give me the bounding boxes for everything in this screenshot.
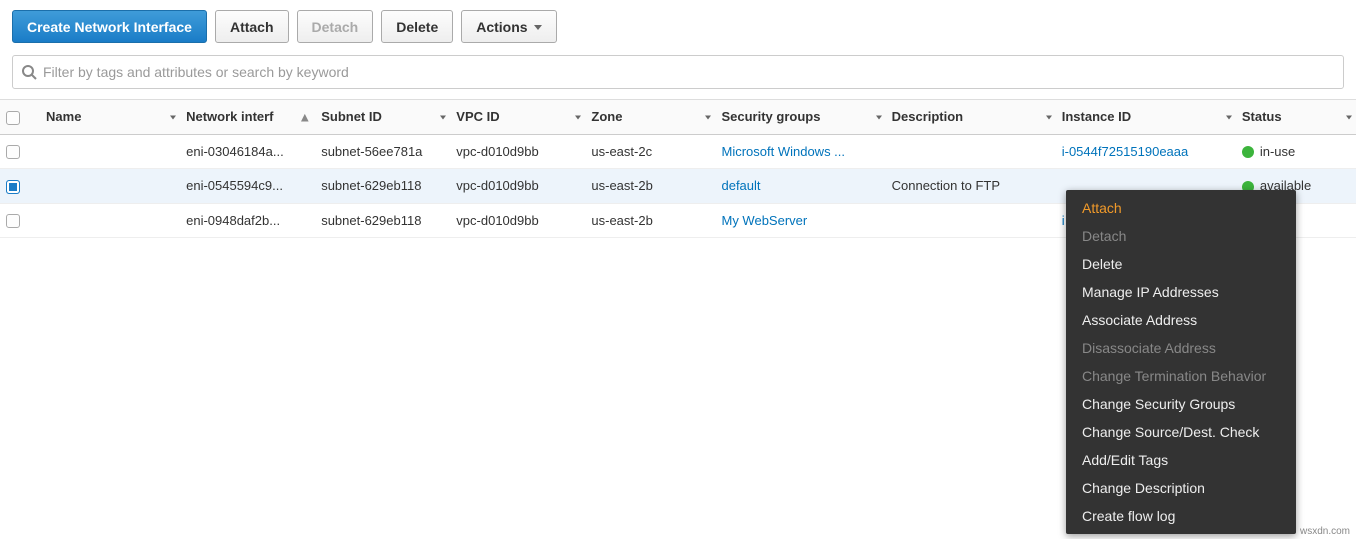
toolbar: Create Network Interface Attach Detach D…	[0, 0, 1356, 51]
cell-name	[40, 203, 180, 238]
cell-subnet-id: subnet-56ee781a	[315, 134, 450, 169]
attach-button[interactable]: Attach	[215, 10, 289, 43]
instance-id-link[interactable]: i-0544f72515190eaaa	[1062, 144, 1189, 159]
context-menu-item[interactable]: Delete	[1066, 250, 1296, 278]
sort-icon[interactable]	[1226, 109, 1232, 124]
search-icon	[21, 64, 37, 80]
security-group-link[interactable]: Microsoft Windows ...	[721, 144, 845, 159]
security-group-link[interactable]: My WebServer	[721, 213, 807, 228]
delete-button[interactable]: Delete	[381, 10, 453, 43]
cell-zone: us-east-2b	[585, 203, 715, 238]
cell-subnet-id: subnet-629eb118	[315, 169, 450, 204]
col-subnet-id[interactable]: Subnet ID	[315, 100, 450, 135]
context-menu-item[interactable]: Change Source/Dest. Check	[1066, 418, 1296, 446]
sort-icon[interactable]	[705, 109, 711, 124]
context-menu-item: Disassociate Address	[1066, 334, 1296, 362]
row-checkbox[interactable]	[6, 180, 20, 194]
table-header-row: Name Network interf▲ Subnet ID VPC ID Zo…	[0, 100, 1356, 135]
context-menu[interactable]: AttachDetachDeleteManage IP AddressesAss…	[1066, 190, 1296, 534]
context-menu-item[interactable]: Manage IP Addresses	[1066, 278, 1296, 306]
sort-icon[interactable]	[440, 109, 446, 124]
col-checkbox[interactable]	[0, 100, 40, 135]
cell-security-groups[interactable]: Microsoft Windows ...	[715, 134, 885, 169]
search-box[interactable]	[12, 55, 1344, 89]
col-security-groups[interactable]: Security groups	[715, 100, 885, 135]
sort-icon[interactable]	[876, 109, 882, 124]
cell-checkbox[interactable]	[0, 169, 40, 204]
select-all-checkbox[interactable]	[6, 111, 20, 125]
search-input[interactable]	[43, 56, 1335, 88]
context-menu-item[interactable]: Attach	[1066, 194, 1296, 222]
col-instance-id[interactable]: Instance ID	[1056, 100, 1236, 135]
col-description[interactable]: Description	[886, 100, 1056, 135]
actions-button[interactable]: Actions	[461, 10, 556, 43]
context-menu-item[interactable]: Create flow log	[1066, 502, 1296, 530]
security-group-link[interactable]: default	[721, 178, 760, 193]
sort-icon[interactable]	[1046, 109, 1052, 124]
cell-security-groups[interactable]: default	[715, 169, 885, 204]
status-dot-icon	[1242, 146, 1254, 158]
sort-icon[interactable]	[1346, 109, 1352, 124]
cell-instance-id[interactable]: i-0544f72515190eaaa	[1056, 134, 1236, 169]
cell-name	[40, 169, 180, 204]
cell-vpc-id: vpc-d010d9bb	[450, 169, 585, 204]
context-menu-item[interactable]: Change Description	[1066, 474, 1296, 502]
detach-button: Detach	[297, 10, 374, 43]
cell-name	[40, 134, 180, 169]
cell-vpc-id: vpc-d010d9bb	[450, 134, 585, 169]
sort-icon[interactable]	[575, 109, 581, 124]
cell-security-groups[interactable]: My WebServer	[715, 203, 885, 238]
col-zone[interactable]: Zone	[585, 100, 715, 135]
cell-subnet-id: subnet-629eb118	[315, 203, 450, 238]
col-status[interactable]: Status	[1236, 100, 1356, 135]
chevron-down-icon	[534, 25, 542, 30]
col-vpc-id[interactable]: VPC ID	[450, 100, 585, 135]
cell-checkbox[interactable]	[0, 203, 40, 238]
cell-network-interface: eni-03046184a...	[180, 134, 315, 169]
cell-zone: us-east-2b	[585, 169, 715, 204]
row-checkbox[interactable]	[6, 145, 20, 159]
context-menu-item[interactable]: Associate Address	[1066, 306, 1296, 334]
context-menu-item[interactable]: Add/Edit Tags	[1066, 446, 1296, 474]
context-menu-item: Detach	[1066, 222, 1296, 250]
sort-asc-icon[interactable]: ▲	[298, 109, 311, 124]
create-network-interface-button[interactable]: Create Network Interface	[12, 10, 207, 43]
cell-vpc-id: vpc-d010d9bb	[450, 203, 585, 238]
cell-description: Connection to FTP	[886, 169, 1056, 204]
credit-text: wsxdn.com	[1300, 526, 1350, 537]
cell-description	[886, 134, 1056, 169]
table-row[interactable]: eni-03046184a...subnet-56ee781avpc-d010d…	[0, 134, 1356, 169]
cell-description	[886, 203, 1056, 238]
col-network-interface[interactable]: Network interf▲	[180, 100, 315, 135]
context-menu-item: Change Termination Behavior	[1066, 362, 1296, 390]
cell-network-interface: eni-0948daf2b...	[180, 203, 315, 238]
cell-network-interface: eni-0545594c9...	[180, 169, 315, 204]
instance-id-link[interactable]: i	[1062, 213, 1065, 228]
cell-status: in-use	[1236, 134, 1356, 169]
row-checkbox[interactable]	[6, 214, 20, 228]
sort-icon[interactable]	[170, 109, 176, 124]
cell-zone: us-east-2c	[585, 134, 715, 169]
actions-label: Actions	[476, 19, 527, 35]
cell-checkbox[interactable]	[0, 134, 40, 169]
context-menu-item[interactable]: Change Security Groups	[1066, 390, 1296, 418]
col-name[interactable]: Name	[40, 100, 180, 135]
